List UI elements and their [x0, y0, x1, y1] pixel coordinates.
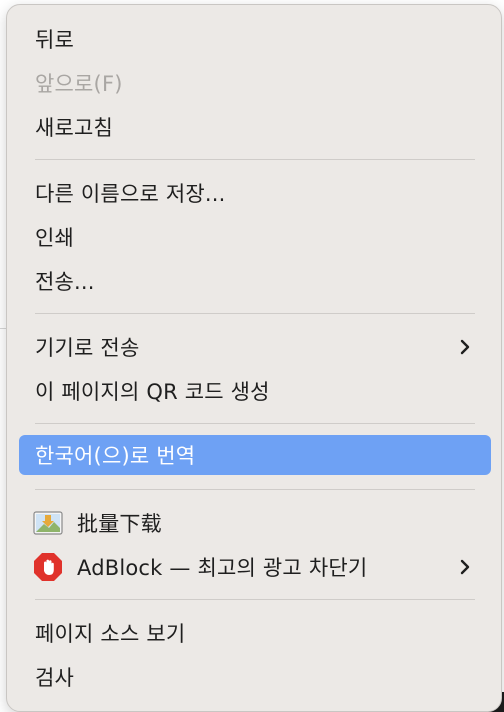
menu-item-forward-label: 앞으로(F) [35, 72, 123, 96]
menu-separator [35, 159, 475, 160]
chevron-right-icon [460, 339, 470, 355]
context-menu: 뒤로 앞으로(F) 새로고침 다른 이름으로 저장... 인쇄 전송... 기기… [6, 4, 502, 712]
menu-item-reload[interactable]: 새로고침 [19, 107, 491, 147]
menu-item-inspect[interactable]: 검사 [19, 657, 491, 697]
menu-item-cast-label: 전송... [35, 270, 95, 294]
image-download-icon [33, 511, 63, 535]
menu-item-qr-code-label: 이 페이지의 QR 코드 생성 [35, 380, 270, 404]
menu-item-send-to-devices[interactable]: 기기로 전송 [19, 327, 491, 367]
menu-item-back-label: 뒤로 [35, 28, 75, 52]
menu-item-print-label: 인쇄 [35, 226, 75, 250]
menu-separator [35, 313, 475, 314]
menu-item-translate[interactable]: 한국어(으)로 번역 [19, 435, 491, 475]
menu-item-save-as-label: 다른 이름으로 저장... [35, 182, 226, 206]
adblock-stop-icon [34, 553, 62, 581]
menu-item-forward: 앞으로(F) [19, 63, 491, 103]
menu-item-view-source[interactable]: 페이지 소스 보기 [19, 613, 491, 653]
menu-separator [35, 489, 475, 490]
menu-item-adblock-label: AdBlock — 최고의 광고 차단기 [77, 556, 368, 580]
menu-item-inspect-label: 검사 [35, 666, 75, 690]
menu-item-reload-label: 새로고침 [35, 116, 114, 140]
menu-item-print[interactable]: 인쇄 [19, 217, 491, 257]
menu-item-save-as[interactable]: 다른 이름으로 저장... [19, 173, 491, 213]
menu-separator [35, 423, 475, 424]
menu-item-view-source-label: 페이지 소스 보기 [35, 622, 186, 646]
menu-separator [35, 599, 475, 600]
menu-item-send-to-devices-label: 기기로 전송 [35, 336, 140, 360]
menu-item-translate-label: 한국어(으)로 번역 [35, 444, 196, 468]
menu-item-batch-download[interactable]: 批量下载 [19, 503, 491, 543]
menu-item-back[interactable]: 뒤로 [19, 19, 491, 59]
menu-item-batch-download-label: 批量下载 [77, 512, 162, 536]
menu-item-qr-code[interactable]: 이 페이지의 QR 코드 생성 [19, 371, 491, 411]
menu-item-adblock[interactable]: AdBlock — 최고의 광고 차단기 [19, 547, 491, 587]
chevron-right-icon [460, 559, 470, 575]
menu-item-cast[interactable]: 전송... [19, 261, 491, 301]
